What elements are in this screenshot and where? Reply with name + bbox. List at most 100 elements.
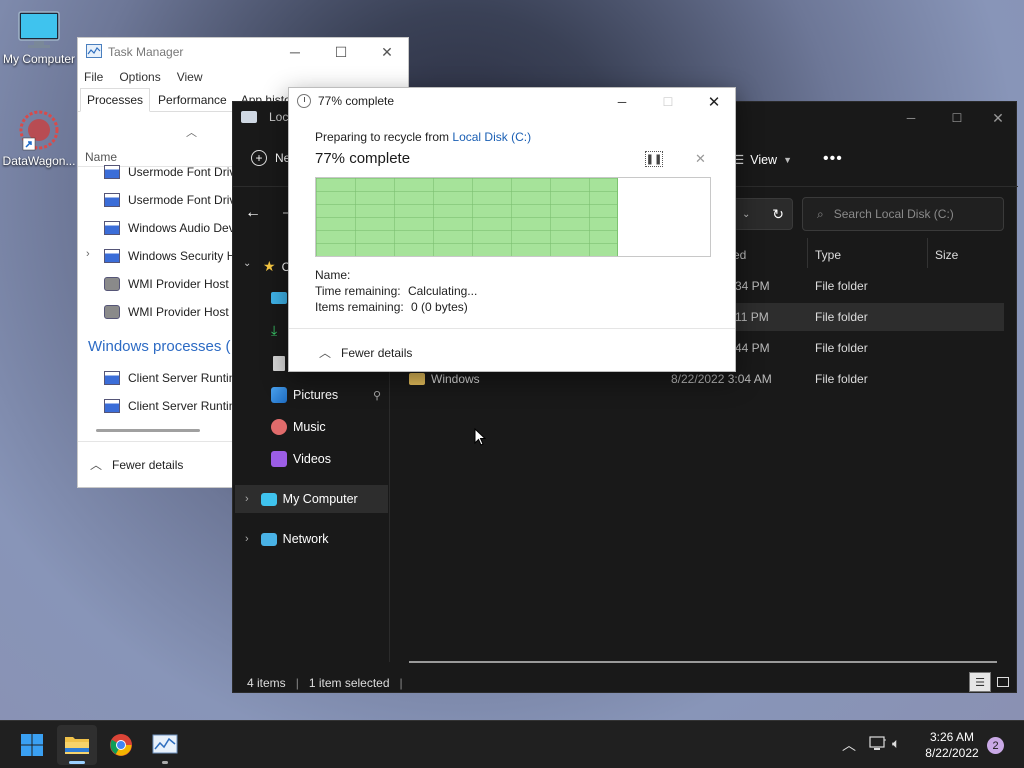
- taskbar-task-manager[interactable]: [145, 725, 185, 765]
- task-manager-icon: [152, 734, 178, 754]
- plus-circle-icon: +: [251, 150, 267, 166]
- status-separator: |: [399, 676, 403, 690]
- horizontal-scrollbar[interactable]: [96, 429, 200, 432]
- fewer-details-button[interactable]: ︿ Fewer details: [90, 456, 183, 473]
- minimize-icon: ─: [290, 44, 300, 60]
- search-input[interactable]: Search Local Disk (C:): [834, 207, 954, 221]
- percent-complete-heading: 77% complete: [315, 150, 411, 167]
- clock[interactable]: 3:26 AM 8/22/2022: [922, 729, 982, 761]
- close-button[interactable]: ✕: [691, 88, 737, 116]
- show-hidden-icons-chevron-icon[interactable]: ︿: [842, 735, 856, 755]
- chevron-right-icon: ›: [245, 493, 249, 505]
- column-header-type[interactable]: Type: [815, 248, 841, 262]
- taskbar-file-explorer[interactable]: [57, 725, 97, 765]
- file-modified: 8/22/2022 3:04 AM: [671, 372, 772, 386]
- maximize-button[interactable]: ☐: [318, 38, 364, 66]
- pause-button[interactable]: ❚❚: [645, 151, 663, 167]
- progress-titlebar[interactable]: 77% complete: [297, 94, 394, 108]
- menu-view[interactable]: View: [177, 70, 203, 84]
- sidebar-label: Videos: [293, 452, 331, 466]
- collapse-chevron-icon[interactable]: ⌄: [243, 258, 251, 269]
- monitor-icon: [260, 492, 277, 506]
- process-row[interactable]: Windows Audio Dev: [104, 218, 235, 238]
- document-icon[interactable]: [273, 356, 285, 371]
- sidebar-label: Music: [293, 420, 326, 434]
- notification-badge[interactable]: 2: [987, 737, 1004, 754]
- file-type: File folder: [815, 372, 868, 386]
- cancel-operation-button[interactable]: ✕: [695, 151, 706, 167]
- more-options-icon[interactable]: •••: [823, 150, 843, 168]
- progress-dialog[interactable]: 77% complete ─ ☐ ✕ Preparing to recycle …: [288, 87, 736, 372]
- expand-chevron-icon[interactable]: ›: [86, 248, 90, 260]
- address-dropdown[interactable]: ⌄ ↻: [733, 198, 793, 230]
- tab-processes[interactable]: Processes: [80, 88, 151, 112]
- back-arrow-icon[interactable]: ←: [245, 204, 261, 222]
- dialog-divider: [289, 328, 735, 329]
- fewer-details-label: Fewer details: [341, 345, 413, 360]
- file-type: File folder: [815, 341, 868, 355]
- progress-title: 77% complete: [318, 94, 395, 108]
- process-row[interactable]: Usermode Font Drive: [104, 190, 242, 210]
- process-row[interactable]: WMI Provider Host: [104, 302, 229, 322]
- progress-graph: [315, 177, 711, 257]
- process-row[interactable]: Client Server Runtim: [104, 368, 239, 388]
- process-row[interactable]: WMI Provider Host: [104, 274, 229, 294]
- horizontal-scrollbar[interactable]: [409, 661, 997, 663]
- sidebar-item-videos[interactable]: Videos: [233, 445, 390, 473]
- download-icon[interactable]: ⤓: [271, 322, 277, 339]
- taskbar-chrome[interactable]: [101, 725, 141, 765]
- preparing-prefix: Preparing to recycle from: [315, 130, 453, 144]
- process-row[interactable]: Windows Security H: [104, 246, 235, 266]
- process-row[interactable]: Client Server Runtim: [104, 396, 239, 416]
- start-button[interactable]: [12, 725, 52, 765]
- column-divider: [927, 238, 928, 268]
- new-button[interactable]: + Ne: [251, 150, 290, 166]
- search-box[interactable]: ⌕ Search Local Disk (C:): [802, 197, 1004, 231]
- process-row[interactable]: Usermode Font Drive: [104, 162, 242, 182]
- file-modified: 34 PM: [735, 279, 770, 293]
- sidebar-item-my-computer[interactable]: › My Computer: [235, 485, 388, 513]
- folder-icon: [65, 737, 89, 754]
- close-button[interactable]: ✕: [978, 106, 1018, 130]
- details-view-icon[interactable]: ☰: [969, 672, 991, 692]
- sort-ascending-icon[interactable]: ︿: [186, 124, 197, 140]
- source-link[interactable]: Local Disk (C:): [452, 130, 531, 144]
- sidebar-item-pictures[interactable]: Pictures ⚲: [233, 381, 390, 409]
- minimize-button[interactable]: ─: [599, 88, 645, 116]
- menu-file[interactable]: File: [84, 70, 103, 84]
- task-manager-app-icon: [86, 43, 102, 61]
- fewer-details-button[interactable]: ︿ Fewer details: [319, 344, 412, 361]
- close-icon: ✕: [695, 151, 706, 166]
- close-button[interactable]: ✕: [364, 38, 408, 66]
- file-name: Windows: [431, 372, 480, 386]
- process-name: Windows Security H: [128, 249, 236, 263]
- network-status-icon[interactable]: [869, 736, 887, 755]
- sidebar-item-music[interactable]: Music: [233, 413, 390, 441]
- refresh-icon[interactable]: ↻: [772, 206, 784, 223]
- pictures-icon: [271, 387, 287, 403]
- minimize-button[interactable]: ─: [888, 106, 934, 130]
- desktop-icon-label: DataWagon...: [2, 154, 76, 168]
- desktop-icon-datawagon[interactable]: DataWagon...: [0, 108, 78, 168]
- minimize-button[interactable]: ─: [272, 38, 318, 66]
- desktop-folder-icon[interactable]: [271, 292, 287, 304]
- desktop-icon-my-computer[interactable]: My Computer: [0, 10, 78, 66]
- pin-icon[interactable]: ⚲: [373, 389, 381, 402]
- status-bar: 4 items | 1 item selected |: [247, 676, 413, 690]
- sidebar-item-network[interactable]: › Network: [233, 525, 390, 553]
- chevron-up-icon: ︿: [90, 458, 103, 472]
- process-name: WMI Provider Host: [128, 277, 229, 291]
- process-name: Usermode Font Drive: [128, 165, 243, 179]
- clock-time: 3:26 AM: [929, 730, 975, 744]
- column-header-size[interactable]: Size: [935, 248, 958, 262]
- maximize-button[interactable]: ☐: [934, 106, 980, 130]
- volume-icon[interactable]: 🔈︎: [892, 735, 900, 752]
- menu-options[interactable]: Options: [119, 70, 160, 84]
- star-icon: ★: [263, 258, 276, 274]
- large-icons-view-icon[interactable]: [993, 672, 1013, 692]
- windows-logo-icon: [21, 734, 43, 756]
- sidebar-quick-access[interactable]: ★ C: [263, 258, 290, 275]
- mouse-cursor: [474, 427, 487, 449]
- view-menu-button[interactable]: ☰ View ▼: [733, 152, 792, 168]
- tab-performance[interactable]: Performance: [152, 89, 233, 111]
